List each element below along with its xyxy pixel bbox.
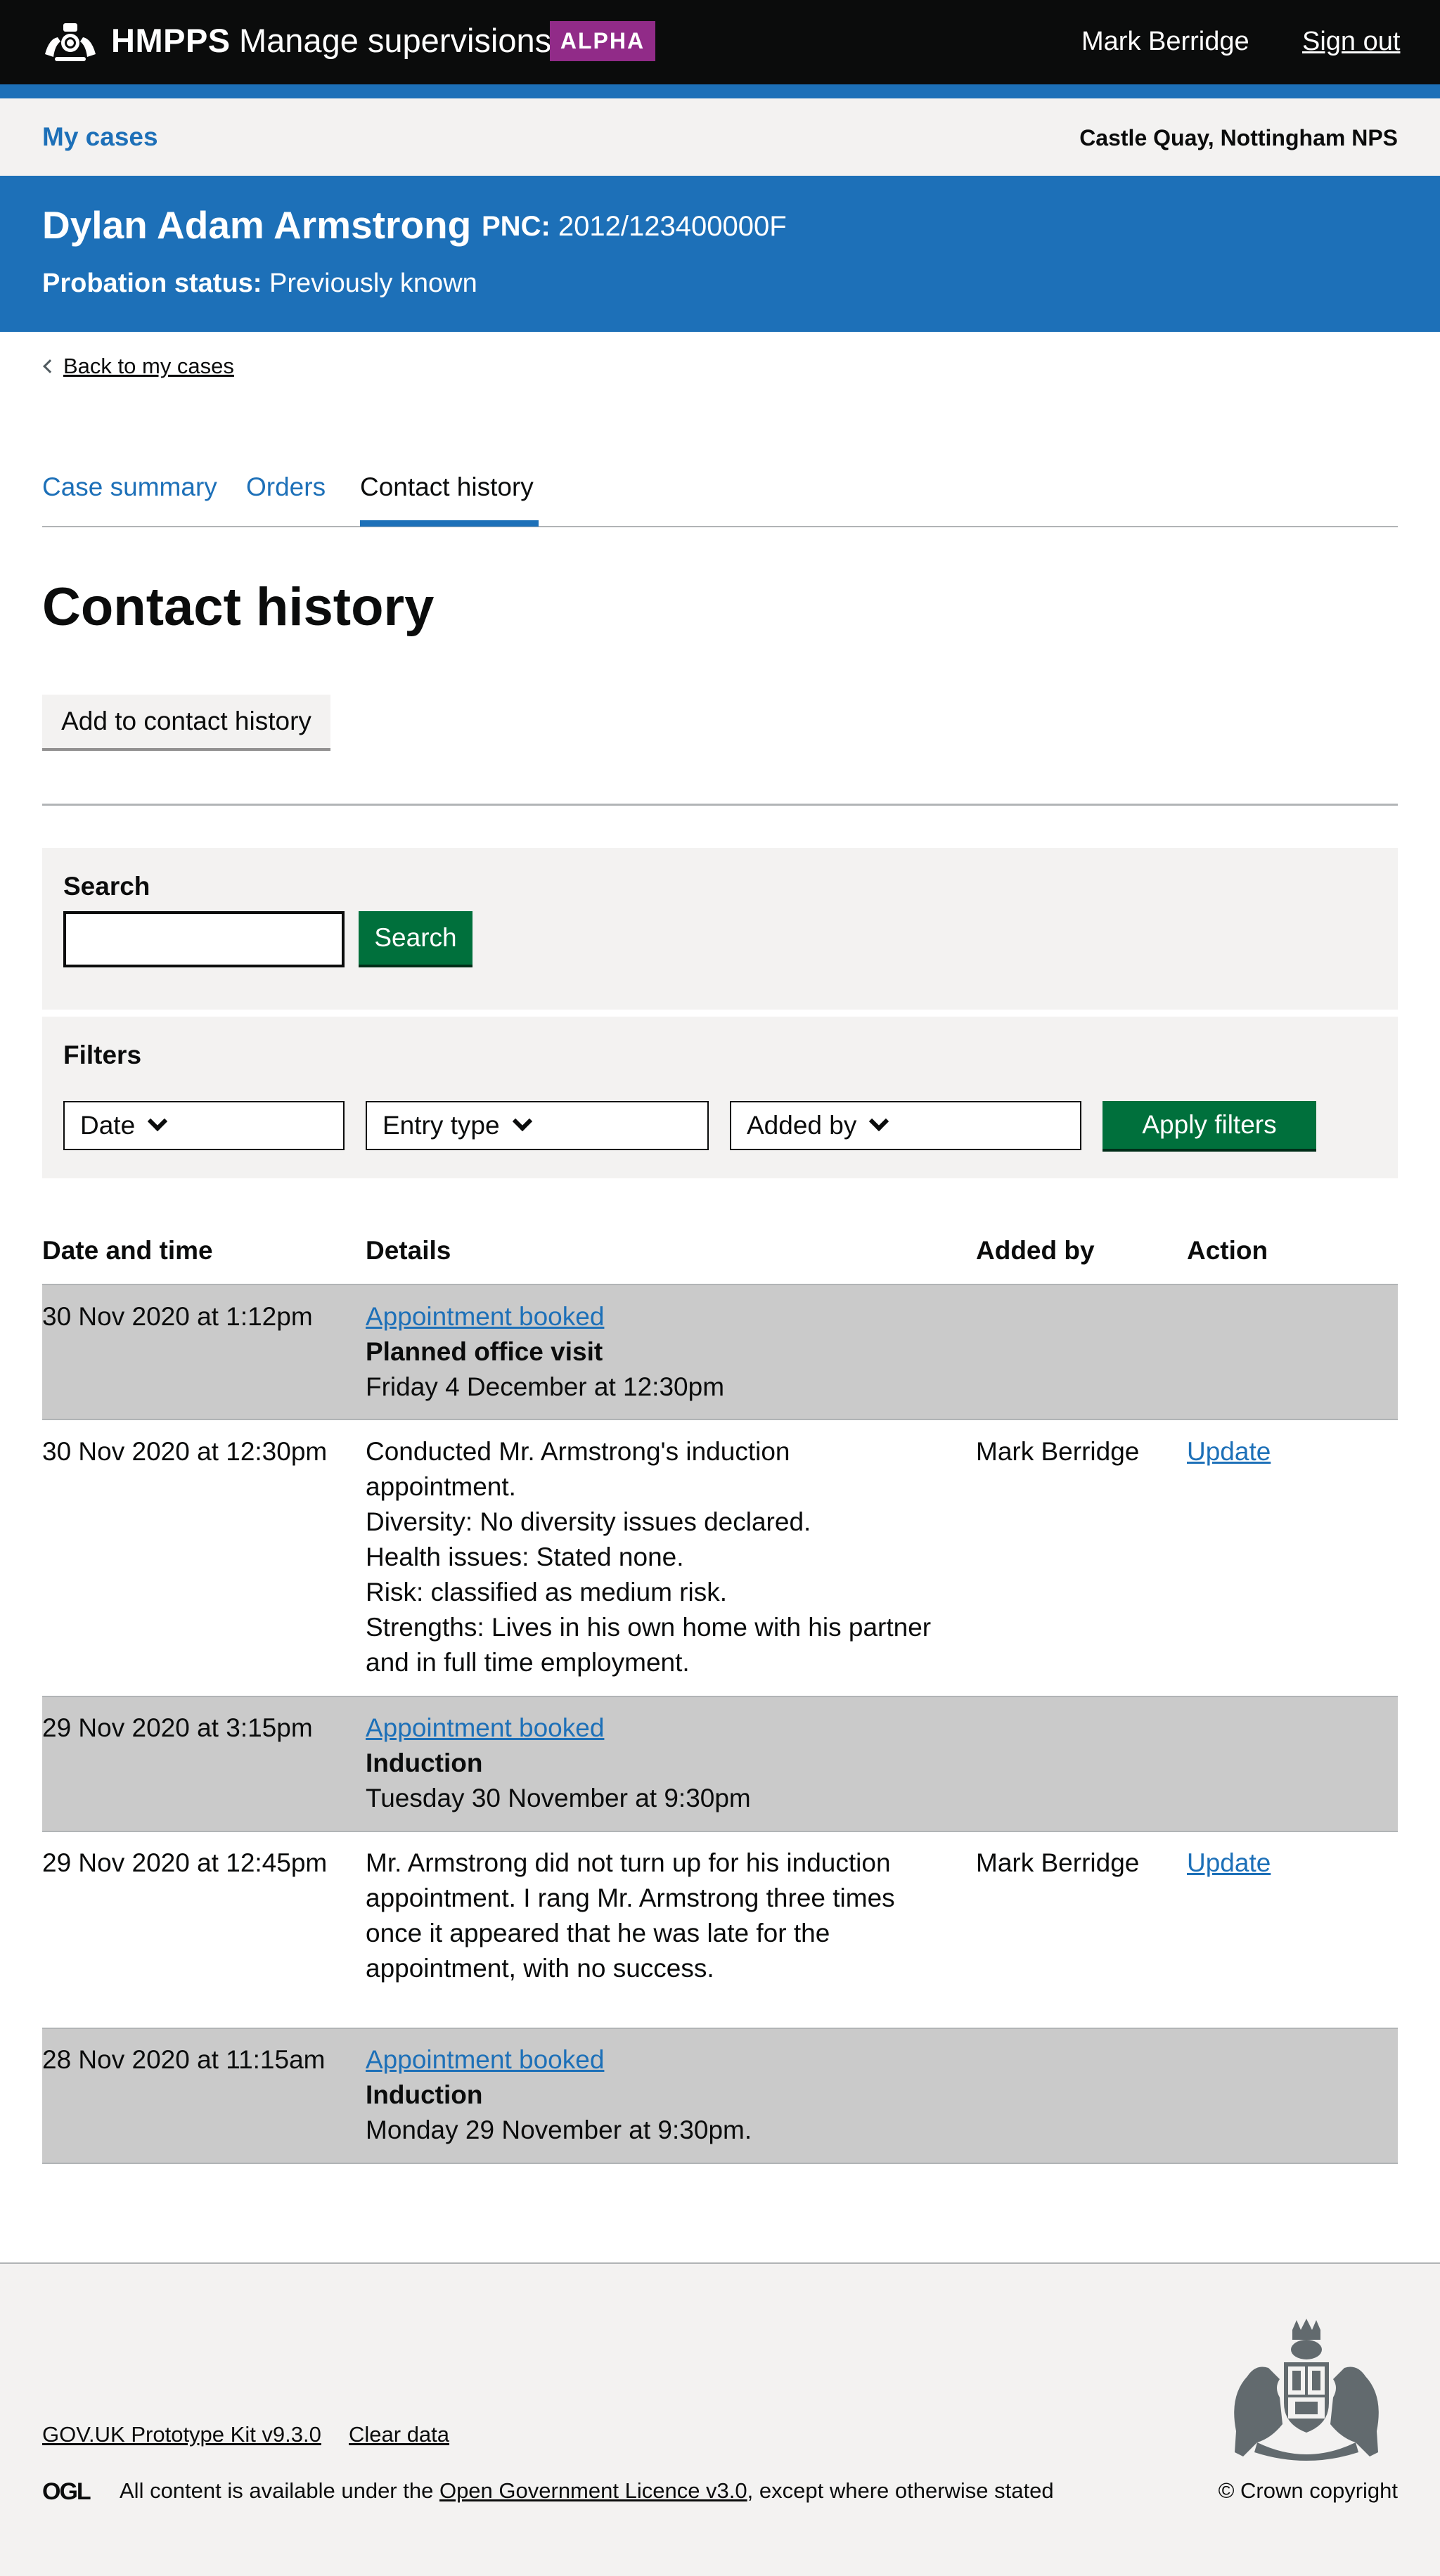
- royal-coat-of-arms-icon: [1234, 2319, 1379, 2461]
- row-datetime: 29 Nov 2020 at 12:45pm: [42, 1848, 328, 1877]
- appointment-booked-link[interactable]: Appointment booked: [366, 1299, 724, 1334]
- tab-orders[interactable]: Orders: [246, 472, 326, 502]
- note-line: Diversity: No diversity issues declared.: [366, 1507, 811, 1536]
- chevron-down-icon: [512, 1111, 532, 1132]
- licence-suffix: , except where otherwise stated: [747, 2478, 1054, 2503]
- row-action: Update: [1187, 1434, 1271, 1469]
- row-datetime: 28 Nov 2020 at 11:15am: [42, 2045, 326, 2074]
- page-title: Contact history: [42, 577, 435, 637]
- chevron-left-icon: [43, 359, 57, 373]
- note-line: and in full time employment.: [366, 1648, 690, 1677]
- filters-label: Filters: [63, 1041, 142, 1069]
- note-line: Risk: classified as medium risk.: [366, 1578, 728, 1606]
- row-details: Conducted Mr. Armstrong's induction appo…: [366, 1434, 931, 1680]
- person-banner: [0, 176, 1440, 332]
- chevron-down-icon: [869, 1111, 889, 1132]
- row-added-by: Mark Berridge: [976, 1437, 1140, 1466]
- date-filter-label: Date: [80, 1111, 136, 1140]
- office-location: Castle Quay, Nottingham NPS: [1079, 125, 1398, 150]
- case-tabs: Case summary Orders Contact history: [42, 472, 1398, 527]
- tab-case-summary[interactable]: Case summary: [42, 472, 217, 502]
- person-name: Dylan Adam Armstrong: [42, 203, 472, 247]
- back-to-my-cases-link[interactable]: Back to my cases: [63, 354, 234, 379]
- appointment-title: Induction: [366, 1749, 483, 1777]
- row-details: Appointment booked Planned office visit …: [366, 1299, 724, 1405]
- probation-status-label: Probation status:: [42, 269, 262, 298]
- row-details: Appointment booked Induction Tuesday 30 …: [366, 1711, 751, 1816]
- phase-tag: ALPHA: [550, 21, 655, 61]
- update-link[interactable]: Update: [1187, 1848, 1271, 1877]
- note-line: Conducted Mr. Armstrong's induction: [366, 1437, 790, 1466]
- service-name-link[interactable]: Manage supervisions: [239, 21, 551, 60]
- row-added-by: Mark Berridge: [976, 1848, 1140, 1877]
- row-datetime: 30 Nov 2020 at 12:30pm: [42, 1437, 328, 1466]
- header-blue-stripe: [0, 84, 1440, 98]
- column-header-details: Details: [366, 1236, 451, 1265]
- licence-text: All content is available under the Open …: [120, 2478, 1054, 2504]
- tab-contact-history[interactable]: Contact history: [360, 472, 534, 502]
- added-by-filter-select[interactable]: Added by: [730, 1101, 1081, 1150]
- ogl-logo-text: OGL: [42, 2479, 91, 2503]
- appointment-detail: Monday 29 November at 9:30pm.: [366, 2115, 752, 2144]
- appointment-detail: Friday 4 December at 12:30pm: [366, 1372, 725, 1401]
- note-line: Mr. Armstrong did not turn up for his in…: [366, 1848, 891, 1877]
- crown-copyright-link[interactable]: © Crown copyright: [1219, 2478, 1398, 2504]
- appointment-booked-link[interactable]: Appointment booked: [366, 1711, 751, 1746]
- search-input[interactable]: [63, 911, 345, 967]
- add-to-contact-history-button[interactable]: Add to contact history: [42, 695, 330, 751]
- sign-out-link[interactable]: Sign out: [1302, 27, 1400, 57]
- pnc-label: PNC:: [482, 211, 551, 242]
- filter-panel: [42, 1017, 1398, 1178]
- date-filter-select[interactable]: Date: [63, 1101, 345, 1150]
- note-line: once it appeared that he was late for th…: [366, 1919, 830, 1947]
- column-header-action: Action: [1187, 1236, 1268, 1265]
- pnc-number: PNC: 2012/123400000F: [482, 211, 787, 243]
- note-line: appointment. I rang Mr. Armstrong three …: [366, 1883, 895, 1912]
- entry-type-filter-label: Entry type: [382, 1111, 500, 1140]
- pnc-value: 2012/123400000F: [558, 211, 787, 242]
- row-action: Update: [1187, 1846, 1271, 1881]
- section-divider: [42, 804, 1398, 806]
- row-datetime: 30 Nov 2020 at 1:12pm: [42, 1302, 313, 1331]
- entry-type-filter-select[interactable]: Entry type: [366, 1101, 709, 1150]
- header-user-name: Mark Berridge: [1081, 27, 1249, 56]
- row-datetime: 29 Nov 2020 at 3:15pm: [42, 1713, 313, 1742]
- column-header-date-and-time: Date and time: [42, 1236, 213, 1265]
- appointment-detail: Tuesday 30 November at 9:30pm: [366, 1784, 751, 1812]
- appointment-title: Planned office visit: [366, 1337, 603, 1366]
- licence-prefix: All content is available under the: [120, 2478, 439, 2503]
- apply-filters-button[interactable]: Apply filters: [1102, 1101, 1316, 1152]
- royal-crest-icon: [45, 23, 96, 61]
- search-label: Search: [63, 872, 150, 901]
- brand-org[interactable]: HMPPS: [111, 21, 231, 60]
- note-line: appointment.: [366, 1472, 516, 1501]
- appointment-title: Induction: [366, 2080, 483, 2109]
- probation-status: Probation status: Previously known: [42, 269, 477, 299]
- my-cases-link[interactable]: My cases: [42, 122, 158, 152]
- column-header-added-by: Added by: [976, 1236, 1095, 1265]
- search-button[interactable]: Search: [359, 911, 472, 967]
- note-line: Strengths: Lives in his own home with hi…: [366, 1613, 932, 1642]
- active-tab-indicator: [360, 520, 539, 527]
- chevron-down-icon: [148, 1111, 168, 1132]
- ogl-logo-icon: OGL: [42, 2479, 92, 2503]
- note-line: appointment, with no success.: [366, 1954, 714, 1983]
- back-link-wrapper: Back to my cases: [42, 354, 234, 379]
- update-link[interactable]: Update: [1187, 1437, 1271, 1466]
- appointment-booked-link[interactable]: Appointment booked: [366, 2042, 752, 2078]
- added-by-filter-label: Added by: [747, 1111, 857, 1140]
- probation-status-value: Previously known: [269, 269, 477, 298]
- note-line: Health issues: Stated none.: [366, 1543, 684, 1571]
- row-details: Appointment booked Induction Monday 29 N…: [366, 2042, 752, 2148]
- open-government-licence-link[interactable]: Open Government Licence v3.0: [439, 2478, 747, 2503]
- clear-data-link[interactable]: Clear data: [349, 2422, 449, 2447]
- prototype-kit-link[interactable]: GOV.UK Prototype Kit v9.3.0: [42, 2422, 321, 2447]
- row-details: Mr. Armstrong did not turn up for his in…: [366, 1846, 895, 1986]
